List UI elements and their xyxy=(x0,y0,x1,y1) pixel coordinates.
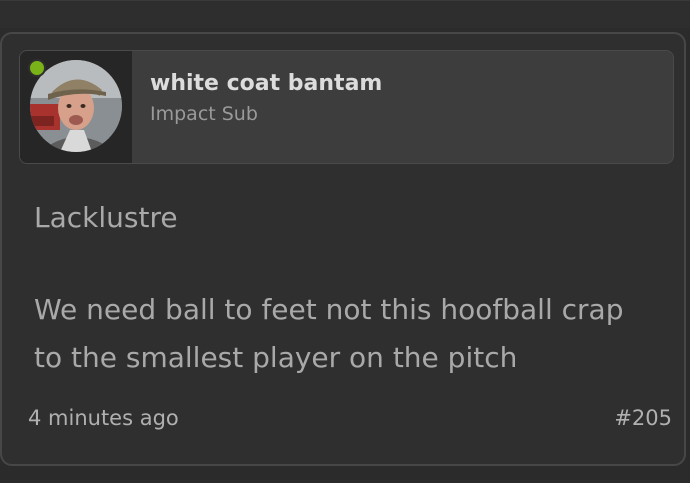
post-paragraph: Lacklustre xyxy=(34,201,178,234)
post-card: white coat bantam Impact Sub Lacklustre … xyxy=(0,32,686,466)
post-timestamp[interactable]: 4 minutes ago xyxy=(28,406,179,430)
author-name[interactable]: white coat bantam xyxy=(150,71,382,96)
author-title: Impact Sub xyxy=(150,103,258,125)
previous-post-edge xyxy=(0,0,690,28)
author-card[interactable]: white coat bantam Impact Sub xyxy=(19,50,674,164)
online-status-icon xyxy=(28,59,46,77)
divider xyxy=(0,0,690,1)
post-paragraph: We need ball to feet not this hoofball c… xyxy=(34,293,624,374)
post-body: Lacklustre We need ball to feet not this… xyxy=(34,194,654,382)
post-number-link[interactable]: #205 xyxy=(614,406,672,430)
